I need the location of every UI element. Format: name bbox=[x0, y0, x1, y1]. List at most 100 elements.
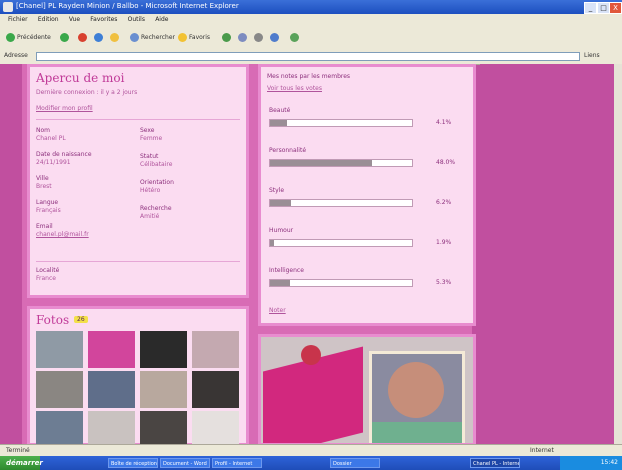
photo-thumbnail[interactable] bbox=[36, 331, 83, 368]
floor-graphic bbox=[372, 422, 462, 443]
home-button[interactable] bbox=[110, 32, 121, 44]
photo-thumbnail[interactable] bbox=[140, 371, 187, 408]
photos-panel: Fotos 26 bbox=[27, 306, 249, 448]
menu-edit[interactable]: Edition bbox=[38, 14, 59, 26]
profile-field: Email chanel.pl@mail.fr bbox=[36, 223, 132, 239]
email-link[interactable]: chanel.pl@mail.fr bbox=[36, 231, 132, 239]
print-button[interactable] bbox=[254, 32, 265, 44]
photo-thumbnail[interactable] bbox=[36, 411, 83, 448]
system-tray: 15:42 bbox=[560, 456, 622, 470]
profile-right-column: Sexe Femme Statut Célibataire Orientatio… bbox=[140, 127, 240, 231]
rating-percent: 5.3% bbox=[436, 279, 452, 286]
photo-thumbnail[interactable] bbox=[192, 331, 239, 368]
ratings-link[interactable]: Voir tous les votes bbox=[267, 85, 322, 93]
rating-label: Beauté bbox=[269, 107, 291, 114]
rating-bar bbox=[269, 279, 413, 287]
refresh-button[interactable] bbox=[94, 32, 105, 44]
search-icon bbox=[130, 33, 139, 42]
close-button[interactable]: X bbox=[609, 2, 622, 14]
field-label: Recherche bbox=[140, 205, 172, 212]
field-label: Sexe bbox=[140, 127, 155, 134]
photo-thumbnail[interactable] bbox=[36, 371, 83, 408]
back-button[interactable]: Précédente bbox=[6, 32, 51, 44]
favorites-button[interactable]: Favoris bbox=[178, 32, 210, 44]
person-figure bbox=[388, 362, 444, 418]
ratings-title: Mes notes par les membres bbox=[267, 73, 351, 80]
minimize-button[interactable]: _ bbox=[584, 2, 597, 14]
profile-divider bbox=[36, 261, 240, 262]
mail-button[interactable] bbox=[238, 32, 249, 44]
profile-title: Apercu de moi bbox=[36, 71, 125, 85]
home-icon bbox=[110, 33, 119, 42]
photo-thumbnail[interactable] bbox=[192, 411, 239, 448]
profile-field: Nom Chanel PL bbox=[36, 127, 132, 143]
photo-thumbnail[interactable] bbox=[192, 371, 239, 408]
mail-icon bbox=[238, 33, 247, 42]
menu-view[interactable]: Vue bbox=[69, 14, 80, 26]
menu-tools[interactable]: Outils bbox=[128, 14, 145, 26]
window-title: [Chanel] PL Rayden Minion / Ballbo - Mic… bbox=[16, 2, 239, 10]
history-icon bbox=[222, 33, 231, 42]
featured-photo-panel bbox=[258, 334, 476, 446]
address-label: Adresse bbox=[4, 52, 28, 59]
taskbar-item[interactable]: Profil - Internet bbox=[212, 458, 262, 468]
profile-subtitle: Dernière connexion : il y a 2 jours bbox=[36, 89, 138, 96]
taskbar-item[interactable]: Document - Word bbox=[160, 458, 210, 468]
rating-bar bbox=[269, 119, 413, 127]
taskbar-item[interactable]: Boîte de réception bbox=[108, 458, 158, 468]
messenger-button[interactable] bbox=[290, 32, 301, 44]
photo-thumbnail[interactable] bbox=[88, 331, 135, 368]
featured-photo[interactable] bbox=[261, 337, 473, 443]
browser-toolbar: Précédente Rechercher Favoris bbox=[0, 26, 622, 51]
menu-file[interactable]: Fichier bbox=[8, 14, 28, 26]
red-badge-graphic bbox=[301, 345, 321, 365]
rating-percent: 48.0% bbox=[436, 159, 456, 166]
taskbar-item[interactable]: Dossier bbox=[330, 458, 380, 468]
photo-thumbnail[interactable] bbox=[140, 411, 187, 448]
photo-count-badge: 26 bbox=[74, 316, 88, 323]
field-label: Langue bbox=[36, 199, 59, 206]
search-button[interactable]: Rechercher bbox=[130, 32, 175, 44]
ie-icon bbox=[3, 2, 13, 12]
edit-profile-link[interactable]: Modifier mon profil bbox=[36, 105, 93, 113]
ratings-panel: Mes notes par les membres Voir tous les … bbox=[258, 64, 476, 326]
menu-help[interactable]: Aide bbox=[155, 14, 168, 26]
stop-button[interactable] bbox=[78, 32, 89, 44]
start-button[interactable]: démarrer bbox=[0, 456, 43, 470]
photo-thumbnail[interactable] bbox=[88, 411, 135, 448]
rating-percent: 1.9% bbox=[436, 239, 452, 246]
rating-bar-fill bbox=[270, 240, 275, 246]
address-input[interactable] bbox=[36, 52, 580, 61]
photo-thumbnail[interactable] bbox=[88, 371, 135, 408]
edit-icon bbox=[270, 33, 279, 42]
rate-link[interactable]: Noter bbox=[269, 307, 286, 315]
locality-value: France bbox=[36, 275, 56, 282]
portrait-photo bbox=[369, 351, 465, 443]
forward-button[interactable] bbox=[60, 32, 71, 44]
status-text: Terminé bbox=[6, 447, 30, 454]
page-left-margin bbox=[0, 64, 22, 444]
rating-label: Intelligence bbox=[269, 267, 304, 274]
page-right-margin bbox=[480, 64, 614, 444]
back-arrow-icon bbox=[6, 33, 15, 42]
links-button[interactable]: Liens bbox=[584, 52, 618, 62]
rating-percent: 6.2% bbox=[436, 199, 452, 206]
rating-label: Style bbox=[269, 187, 285, 194]
vertical-scrollbar[interactable] bbox=[614, 64, 622, 444]
rating-bar bbox=[269, 239, 413, 247]
taskbar-item-active[interactable]: Chanel PL - Internet bbox=[470, 458, 520, 468]
profile-field: Orientation Hétéro bbox=[140, 179, 240, 195]
rating-bar bbox=[269, 199, 413, 207]
profile-left-column: Nom Chanel PL Date de naissance 24/11/19… bbox=[36, 127, 132, 247]
locality-label: Localité bbox=[36, 267, 60, 274]
rating-bar-fill bbox=[270, 120, 288, 126]
rating-bar bbox=[269, 159, 413, 167]
history-button[interactable] bbox=[222, 32, 233, 44]
edit-button[interactable] bbox=[270, 32, 281, 44]
field-value: Amitié bbox=[140, 213, 160, 220]
clock: 15:42 bbox=[600, 459, 618, 466]
back-label: Précédente bbox=[17, 34, 51, 41]
stop-icon bbox=[78, 33, 87, 42]
menu-favorites[interactable]: Favorites bbox=[90, 14, 117, 26]
photo-thumbnail[interactable] bbox=[140, 331, 187, 368]
